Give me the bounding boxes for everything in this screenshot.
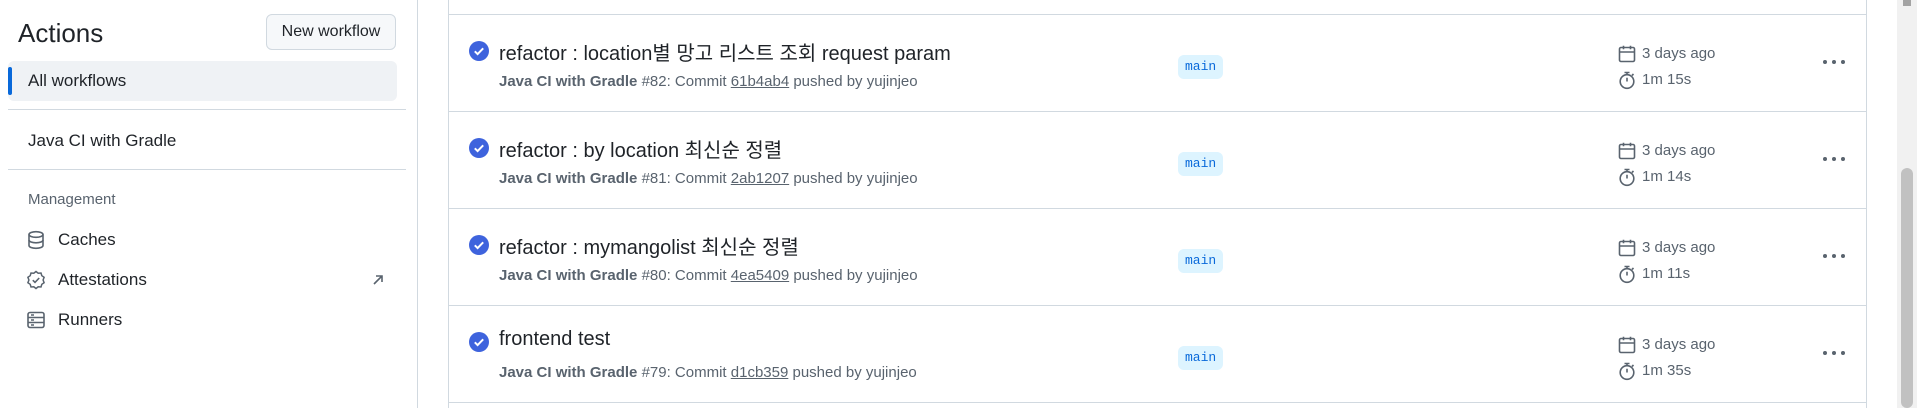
sidebar-item-all-workflows[interactable]: All workflows xyxy=(8,61,397,101)
run-meta: Java CI with Gradle #81: Commit 2ab1207 … xyxy=(499,170,918,187)
run-duration: 1m 35s xyxy=(1617,360,1777,382)
check-circle-icon xyxy=(469,332,489,352)
page-title: Actions xyxy=(18,18,104,48)
run-date: 3 days ago xyxy=(1617,140,1777,162)
run-date: 3 days ago xyxy=(1617,237,1777,259)
run-workflow-name: Java CI with Gradle xyxy=(499,364,638,381)
run-title[interactable]: frontend test xyxy=(499,328,610,351)
run-meta: Java CI with Gradle #82: Commit 61b4ab4 … xyxy=(499,73,918,90)
branch-badge[interactable]: main xyxy=(1178,249,1224,273)
sidebar-item-runners[interactable]: Runners xyxy=(26,307,386,335)
run-workflow-name: Java CI with Gradle xyxy=(499,267,638,284)
arrow-up-right-icon xyxy=(373,275,383,285)
scrollbar-thumb[interactable] xyxy=(1901,168,1913,408)
commit-prefix: : Commit xyxy=(666,73,731,90)
run-meta: Java CI with Gradle #80: Commit 4ea5409 … xyxy=(499,267,918,284)
pushed-by: pushed by yujinjeo xyxy=(789,170,918,187)
run-date-text: 3 days ago xyxy=(1642,239,1716,256)
run-workflow-name: Java CI with Gradle xyxy=(499,170,638,187)
check-circle-icon xyxy=(469,41,489,61)
run-duration-text: 1m 15s xyxy=(1642,71,1692,88)
sidebar-item-label: Attestations xyxy=(58,270,147,289)
calendar-icon xyxy=(1618,142,1636,160)
actions-sidebar: Actions New workflow All workflows Java … xyxy=(0,0,417,408)
run-number: #79 xyxy=(641,364,667,381)
sidebar-item-label: All workflows xyxy=(28,71,127,90)
run-title[interactable]: refactor : mymangolist 최신순 정렬 xyxy=(499,231,799,260)
stopwatch-icon xyxy=(1619,168,1635,187)
branch-badge[interactable]: main xyxy=(1178,55,1224,79)
commit-prefix: : Commit xyxy=(666,267,731,284)
verified-icon xyxy=(26,270,46,290)
database-icon xyxy=(28,230,44,250)
run-duration: 1m 15s xyxy=(1617,69,1777,91)
run-title[interactable]: refactor : location별 망고 리스트 조회 request p… xyxy=(499,37,951,66)
stopwatch-icon xyxy=(1619,265,1635,284)
branch-badge[interactable]: main xyxy=(1178,346,1224,370)
check-circle-icon xyxy=(469,235,489,255)
divider xyxy=(8,109,406,110)
run-workflow-name: Java CI with Gradle xyxy=(499,73,638,90)
workflow-run-row[interactable]: refactor : by location 최신순 정렬 Java CI wi… xyxy=(449,112,1866,209)
calendar-icon xyxy=(1618,336,1636,354)
server-icon xyxy=(27,311,45,329)
stopwatch-icon xyxy=(1619,362,1635,381)
run-number: #81 xyxy=(641,170,667,187)
workflow-run-row[interactable]: frontend test Java CI with Gradle #79: C… xyxy=(449,306,1866,403)
run-duration-text: 1m 35s xyxy=(1642,362,1692,379)
sidebar-item-java-ci[interactable]: Java CI with Gradle xyxy=(28,131,176,151)
run-duration: 1m 14s xyxy=(1617,166,1777,188)
divider xyxy=(8,169,406,170)
sidebar-item-label: Runners xyxy=(58,310,123,329)
sidebar-item-label: Caches xyxy=(58,230,116,249)
run-date-text: 3 days ago xyxy=(1642,142,1716,159)
run-number: #80 xyxy=(641,267,667,284)
run-meta: Java CI with Gradle #79: Commit d1cb359 … xyxy=(499,364,917,381)
kebab-menu-icon[interactable] xyxy=(1817,144,1851,174)
pushed-by: pushed by yujinjeo xyxy=(789,73,918,90)
pushed-by: pushed by yujinjeo xyxy=(788,364,917,381)
commit-sha-link[interactable]: d1cb359 xyxy=(731,364,789,381)
selected-indicator xyxy=(8,67,12,95)
run-timing: 3 days ago 1m 14s xyxy=(1617,140,1777,188)
run-date: 3 days ago xyxy=(1617,334,1777,356)
pushed-by: pushed by yujinjeo xyxy=(789,267,918,284)
calendar-icon xyxy=(1618,45,1636,63)
workflow-run-row[interactable]: refactor : mymangolist 최신순 정렬 Java CI wi… xyxy=(449,209,1866,306)
commit-prefix: : Commit xyxy=(666,364,731,381)
run-duration-text: 1m 14s xyxy=(1642,168,1692,185)
workflow-runs-list: refactor : location별 망고 리스트 조회 request p… xyxy=(448,0,1867,408)
management-heading: Management xyxy=(28,191,116,208)
kebab-menu-icon[interactable] xyxy=(1817,338,1851,368)
sidebar-item-attestations[interactable]: Attestations xyxy=(26,267,386,295)
workflow-run-row[interactable]: refactor : location별 망고 리스트 조회 request p… xyxy=(449,15,1866,112)
run-timing: 3 days ago 1m 15s xyxy=(1617,43,1777,91)
stopwatch-icon xyxy=(1619,71,1635,90)
run-date-text: 3 days ago xyxy=(1642,45,1716,62)
commit-sha-link[interactable]: 2ab1207 xyxy=(731,170,789,187)
run-title[interactable]: refactor : by location 최신순 정렬 xyxy=(499,134,782,163)
check-circle-icon xyxy=(469,138,489,158)
run-date-text: 3 days ago xyxy=(1642,336,1716,353)
sidebar-separator xyxy=(417,0,418,408)
sidebar-item-caches[interactable]: Caches xyxy=(26,227,386,255)
run-number: #82 xyxy=(641,73,667,90)
branch-badge[interactable]: main xyxy=(1178,152,1224,176)
kebab-menu-icon[interactable] xyxy=(1817,47,1851,77)
sidebar-header: Actions New workflow xyxy=(18,14,398,54)
commit-prefix: : Commit xyxy=(666,170,731,187)
calendar-icon xyxy=(1618,239,1636,257)
run-timing: 3 days ago 1m 11s xyxy=(1617,237,1777,285)
kebab-menu-icon[interactable] xyxy=(1817,241,1851,271)
run-timing: 3 days ago 1m 35s xyxy=(1617,334,1777,382)
run-date: 3 days ago xyxy=(1617,43,1777,65)
scroll-up-arrow[interactable] xyxy=(1903,0,1911,6)
commit-sha-link[interactable]: 61b4ab4 xyxy=(731,73,789,90)
new-workflow-button[interactable]: New workflow xyxy=(266,14,396,50)
commit-sha-link[interactable]: 4ea5409 xyxy=(731,267,789,284)
run-duration-text: 1m 11s xyxy=(1642,265,1691,282)
run-duration: 1m 11s xyxy=(1617,263,1777,285)
